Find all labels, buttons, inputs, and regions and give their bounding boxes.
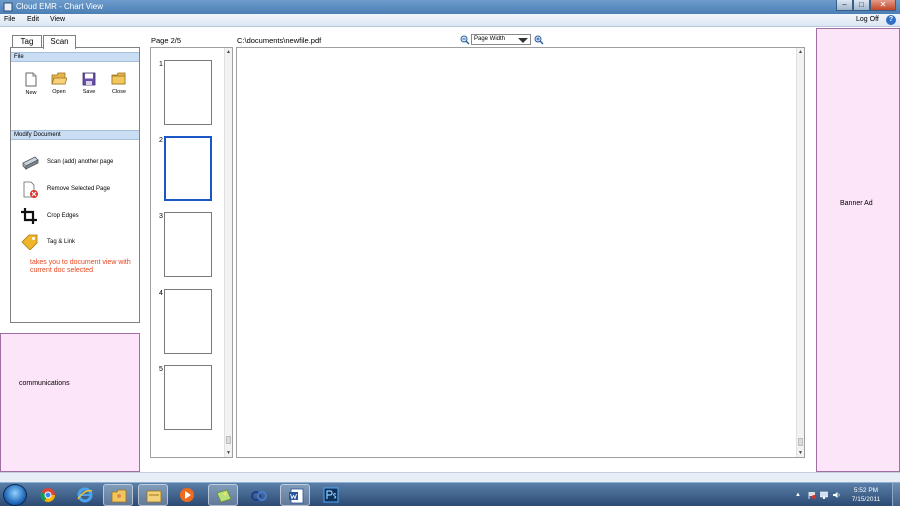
menu-file[interactable]: File xyxy=(4,16,15,23)
status-bar xyxy=(0,472,900,482)
page-indicator: Page 2/5 xyxy=(151,36,182,45)
chrome-icon[interactable] xyxy=(33,484,63,506)
network-glyph xyxy=(251,491,267,501)
thumbnail-number: 2 xyxy=(159,137,163,144)
new-document-icon xyxy=(25,72,37,87)
start-button[interactable] xyxy=(3,484,27,506)
page-thumbnail-2[interactable] xyxy=(164,136,212,201)
app-icon xyxy=(3,2,13,12)
scanner-icon xyxy=(22,156,39,170)
page-thumbnail-4[interactable] xyxy=(164,289,212,354)
file-section-header: File xyxy=(11,52,139,62)
show-desktop-button[interactable] xyxy=(892,483,900,506)
close-label: Close xyxy=(111,89,127,95)
crop-edges-label: Crop Edges xyxy=(47,213,79,219)
annotation-note: takes you to document view with current … xyxy=(30,259,131,274)
thumbnail-panel[interactable]: 1 2 3 4 5 ▲ ▼ xyxy=(150,47,233,458)
minimize-button[interactable]: – xyxy=(836,0,853,11)
media-player-glyph xyxy=(180,488,194,502)
scroll-up-arrow-icon[interactable]: ▲ xyxy=(797,48,804,56)
open-label: Open xyxy=(52,89,66,95)
document-viewer[interactable]: ▲ ▼ xyxy=(236,47,805,458)
ie-glyph xyxy=(77,487,93,503)
banner-ad-label: Banner Ad xyxy=(840,200,873,207)
taskbar: ▲ 5:52 PM 7/15/2011 xyxy=(0,482,900,506)
help-icon[interactable]: ? xyxy=(886,15,896,25)
folder-people-glyph xyxy=(111,489,127,503)
thumbnail-scrollbar[interactable]: ▲ ▼ xyxy=(224,48,232,457)
remove-page-label: Remove Selected Page xyxy=(47,186,111,192)
page-thumbnail-1[interactable] xyxy=(164,60,212,125)
new-button[interactable]: New xyxy=(20,72,42,96)
scroll-down-arrow-icon[interactable]: ▼ xyxy=(225,449,232,457)
clock-time: 5:52 PM xyxy=(853,487,879,494)
file-explorer-icon[interactable] xyxy=(138,484,168,506)
log-off-link[interactable]: Log Off xyxy=(856,16,879,23)
internet-explorer-icon[interactable] xyxy=(70,484,100,506)
scan-panel: File New Open Save Close Modify Document xyxy=(10,47,140,323)
scan-another-label: Scan (add) another page xyxy=(47,159,114,165)
image-viewer-icon[interactable] xyxy=(208,484,238,506)
banner-ad[interactable]: Banner Ad xyxy=(816,28,900,472)
save-disk-icon xyxy=(82,72,96,86)
file-path: C:\documents\newfile.pdf xyxy=(237,36,322,45)
scroll-up-arrow-icon[interactable]: ▲ xyxy=(225,48,232,56)
tray-expand-icon[interactable]: ▲ xyxy=(795,491,803,499)
scrollbar-thumb[interactable] xyxy=(226,436,231,444)
menu-edit[interactable]: Edit xyxy=(27,16,39,23)
modify-section-header: Modify Document xyxy=(11,130,139,140)
page-thumbnail-5[interactable] xyxy=(164,365,212,430)
title-bar: Cloud EMR - Chart View – □ ✕ xyxy=(0,0,900,14)
save-button[interactable]: Save xyxy=(78,72,100,95)
crop-icon xyxy=(21,208,37,224)
tag-icon xyxy=(21,234,38,250)
maximize-button[interactable]: □ xyxy=(853,0,870,11)
page-thumbnail-3[interactable] xyxy=(164,212,212,277)
network-icon[interactable] xyxy=(244,484,274,506)
thumbnail-number: 3 xyxy=(159,213,163,220)
network-tray-icon[interactable] xyxy=(820,491,828,499)
volume-icon[interactable] xyxy=(832,491,840,499)
menu-view[interactable]: View xyxy=(50,16,65,23)
scroll-down-arrow-icon[interactable]: ▼ xyxy=(797,449,804,457)
chevron-down-icon xyxy=(518,38,528,43)
remove-page-icon xyxy=(23,181,38,198)
open-folder-icon xyxy=(51,72,67,85)
chrome-glyph xyxy=(40,488,55,502)
thumbnail-number: 5 xyxy=(159,366,163,373)
document-scrollbar[interactable]: ▲ ▼ xyxy=(796,48,804,457)
zoom-in-icon[interactable] xyxy=(534,35,544,45)
system-clock[interactable]: 5:52 PM 7/15/2011 xyxy=(846,486,886,504)
photoshop-icon[interactable] xyxy=(316,484,346,506)
close-window-button[interactable]: ✕ xyxy=(870,0,896,11)
media-player-icon[interactable] xyxy=(172,484,202,506)
save-label: Save xyxy=(82,89,96,95)
folder-people-icon[interactable] xyxy=(103,484,133,506)
tag-and-link-label: Tag & Link xyxy=(47,239,76,245)
image-viewer-glyph xyxy=(216,489,232,503)
flag-icon[interactable] xyxy=(808,491,816,499)
window-title: Cloud EMR - Chart View xyxy=(16,2,103,11)
communications-label: communications xyxy=(19,380,70,387)
photoshop-glyph xyxy=(323,487,339,503)
close-folder-icon xyxy=(111,72,126,85)
thumbnail-number: 4 xyxy=(159,290,163,297)
zoom-out-icon[interactable] xyxy=(460,35,470,45)
zoom-level-select[interactable]: Page Width xyxy=(471,34,531,45)
window-controls: – □ ✕ xyxy=(836,0,896,12)
menu-bar: File Edit View Log Off ? xyxy=(0,14,900,27)
word-icon[interactable] xyxy=(280,484,310,506)
clock-date: 7/15/2011 xyxy=(851,496,881,503)
open-button[interactable]: Open xyxy=(48,72,70,95)
zoom-level-value: Page Width xyxy=(474,36,506,42)
new-label: New xyxy=(25,90,37,96)
scrollbar-thumb[interactable] xyxy=(798,438,803,446)
word-glyph xyxy=(289,488,304,504)
tab-scan[interactable]: Scan xyxy=(43,35,76,49)
communications-panel[interactable]: communications xyxy=(0,333,140,472)
thumbnail-number: 1 xyxy=(159,61,163,68)
file-explorer-glyph xyxy=(146,490,162,503)
close-doc-button[interactable]: Close xyxy=(108,72,130,95)
